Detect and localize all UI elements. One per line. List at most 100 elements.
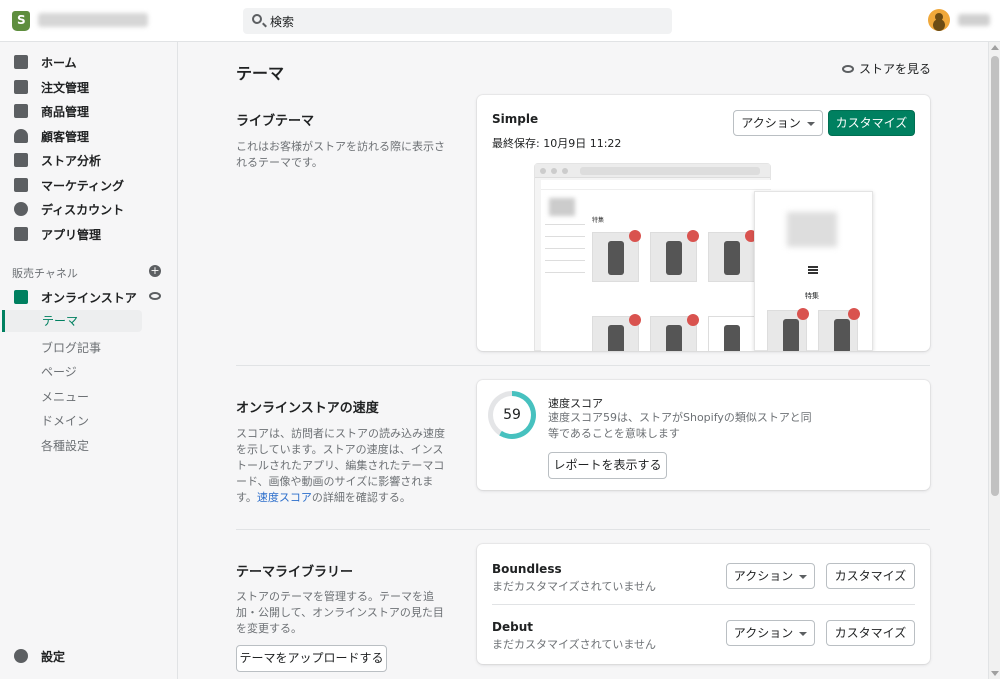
actions-button[interactable]: アクション [733, 110, 823, 136]
product-thumb [767, 308, 809, 351]
discount-icon [14, 202, 28, 216]
sidebar-sub-blog[interactable]: ブログ記事 [41, 339, 101, 356]
sidebar-sub-domains[interactable]: ドメイン [41, 412, 89, 429]
sidebar-item-settings[interactable]: 設定 [14, 645, 65, 667]
speed-card: 59 速度スコア 速度スコア59は、ストアがShopifyの類似ストアと同等であ… [477, 380, 930, 490]
sidebar-sub-pages[interactable]: ページ [41, 363, 77, 380]
speed-score-text: 速度スコア59は、ストアがShopifyの類似ストアと同等であることを意味します [548, 411, 812, 440]
last-saved: 最終保存: 10月9日 11:22 [492, 137, 622, 150]
library-theme-status: まだカスタマイズされていません [492, 638, 657, 651]
theme-library-desc: ストアのテーマを管理する。テーマを追加・公開して、オンラインストアの見た目を変更… [236, 590, 444, 635]
sidebar-item-discounts[interactable]: ディスカウント [14, 198, 124, 220]
sidebar-item-apps[interactable]: アプリ管理 [14, 223, 101, 245]
sidebar-item-home[interactable]: ホーム [14, 51, 77, 73]
add-channel-icon[interactable]: + [149, 265, 161, 277]
scroll-thumb[interactable] [991, 56, 999, 496]
view-store-button[interactable]: ストアを見る [842, 60, 931, 77]
product-thumb [708, 230, 757, 282]
sidebar-item-customers[interactable]: 顧客管理 [14, 125, 89, 147]
avatar[interactable] [928, 9, 950, 31]
gear-icon [14, 649, 28, 663]
sidebar-item-products[interactable]: 商品管理 [14, 100, 89, 122]
hamburger-icon [808, 266, 818, 274]
live-theme-desc: これはお客様がストアを訪れる際に表示されるテーマです。 [236, 140, 445, 169]
sale-badge [687, 314, 699, 326]
preview-side-menu [545, 224, 585, 284]
scrollbar[interactable] [988, 42, 1000, 679]
speed-score-link[interactable]: 速度スコア [257, 491, 312, 504]
sidebar-item-analytics[interactable]: ストア分析 [14, 149, 101, 171]
tag-icon [14, 104, 28, 118]
chevron-down-icon [799, 631, 808, 636]
eye-icon [842, 64, 854, 73]
sidebar-item-marketing[interactable]: マーケティング [14, 174, 124, 196]
store-icon [14, 290, 28, 304]
sale-badge [629, 230, 641, 242]
divider [492, 604, 915, 605]
theme-library-card: Boundless まだカスタマイズされていません アクション カスタマイズ D… [477, 544, 930, 664]
scroll-up-icon[interactable] [991, 45, 999, 50]
preview-logo [787, 212, 837, 247]
browser-dot [562, 168, 568, 174]
search-input[interactable]: 検索 [243, 8, 672, 34]
apps-icon [14, 227, 28, 241]
top-bar: 検索 [0, 0, 1000, 42]
sidebar-sub-navigation[interactable]: メニュー [41, 388, 89, 405]
actions-button[interactable]: アクション [726, 620, 815, 646]
megaphone-icon [14, 178, 28, 192]
sale-badge [687, 230, 699, 242]
browser-dot [540, 168, 546, 174]
sale-badge [797, 308, 809, 320]
browser-bar [535, 164, 770, 178]
library-theme-status: まだカスタマイズされていません [492, 580, 657, 593]
sale-badge [848, 308, 860, 320]
speed-desc: スコアは、訪問者にストアの読み込み速度を示しています。ストアの速度は、インストー… [236, 427, 445, 504]
upload-theme-button[interactable]: テーマをアップロードする [236, 645, 387, 672]
product-thumb [592, 230, 641, 282]
eye-icon[interactable] [149, 292, 161, 300]
chevron-down-icon [806, 121, 815, 126]
search-icon [252, 14, 262, 24]
speed-score-value: 59 [493, 396, 531, 434]
scroll-down-icon[interactable] [991, 671, 999, 676]
store-name[interactable] [38, 13, 148, 27]
search-placeholder: 検索 [270, 15, 295, 29]
product-thumb [708, 316, 755, 351]
browser-url [580, 167, 760, 175]
speed-score-gauge: 59 [488, 391, 536, 439]
customize-button[interactable]: カスタマイズ [826, 563, 915, 589]
product-thumb [650, 230, 699, 282]
sidebar: ホーム 注文管理 商品管理 顧客管理 ストア分析 マーケティング ディスカウント… [0, 42, 178, 679]
preview-logo [549, 198, 575, 216]
home-icon [14, 55, 28, 69]
sidebar-item-online-store[interactable]: オンラインストア [14, 286, 137, 308]
preview-nav [541, 180, 771, 190]
sidebar-sub-preferences[interactable]: 各種設定 [41, 437, 89, 454]
speed-title: オンラインストアの速度 [236, 401, 379, 416]
sale-badge [629, 314, 641, 326]
preview-page: 特集 [541, 180, 771, 351]
browser-dot [551, 168, 557, 174]
theme-library-title: テーマライブラリー [236, 565, 354, 580]
orders-icon [14, 80, 28, 94]
customize-button[interactable]: カスタマイズ [826, 620, 915, 646]
sidebar-item-orders[interactable]: 注文管理 [14, 76, 89, 98]
mobile-preview: 特集 [754, 191, 873, 351]
customize-button[interactable]: カスタマイズ [828, 110, 915, 136]
user-name[interactable] [958, 14, 990, 26]
shopify-logo-icon[interactable] [12, 11, 30, 31]
chevron-down-icon [799, 574, 808, 579]
customer-icon [14, 129, 28, 143]
live-theme-title: ライブテーマ [236, 114, 315, 129]
sidebar-sub-themes[interactable]: テーマ [2, 310, 142, 332]
preview-feature-label: 特集 [805, 292, 819, 300]
product-thumb [650, 314, 699, 351]
speed-score-title: 速度スコア [548, 397, 603, 410]
divider [236, 365, 930, 366]
actions-button[interactable]: アクション [726, 563, 815, 589]
live-theme-card: Simple 最終保存: 10月9日 11:22 アクション カスタマイズ 特集 [477, 95, 930, 351]
library-theme-name: Debut [492, 620, 533, 634]
library-theme-name: Boundless [492, 562, 562, 576]
sales-channels-label: 販売チャネル [12, 267, 78, 280]
view-report-button[interactable]: レポートを表示する [548, 452, 667, 479]
